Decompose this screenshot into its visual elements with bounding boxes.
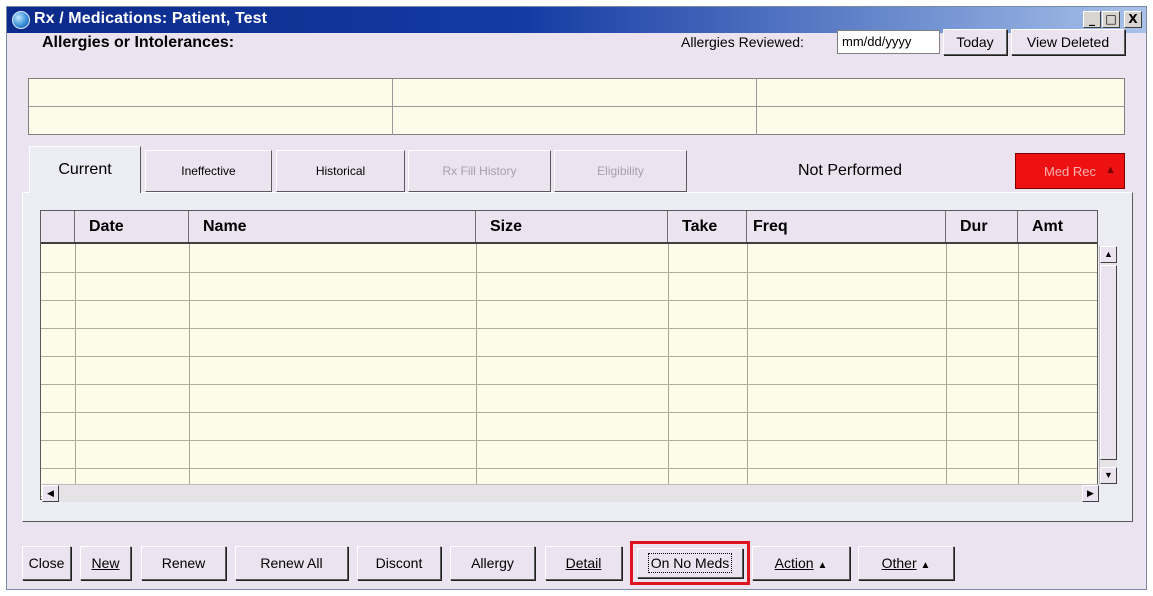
action-dropdown-icon: ▲ xyxy=(817,560,828,571)
allergy-cell[interactable] xyxy=(29,107,393,135)
scroll-down-icon[interactable]: ▼ xyxy=(1100,467,1117,484)
allergy-cell[interactable] xyxy=(393,79,757,107)
on-no-meds-button[interactable]: On No Meds xyxy=(637,548,743,578)
app-icon xyxy=(12,11,30,29)
table-row[interactable] xyxy=(41,272,1097,273)
allergy-cell[interactable] xyxy=(757,79,1124,107)
table-row[interactable] xyxy=(41,440,1097,441)
scroll-up-icon[interactable]: ▲ xyxy=(1100,246,1117,263)
other-button[interactable]: Other ▲ xyxy=(858,546,954,580)
detail-button[interactable]: Detail xyxy=(545,546,622,580)
action-button[interactable]: Action ▲ xyxy=(752,546,850,580)
allergy-cell[interactable] xyxy=(757,107,1124,135)
allergies-reviewed-date-field[interactable]: mm/dd/yyyy xyxy=(837,30,940,54)
table-row[interactable] xyxy=(41,412,1097,413)
med-rec-label: Med Rec xyxy=(1043,163,1097,179)
column-header-date[interactable]: Date xyxy=(75,211,189,242)
other-button-label: Other xyxy=(881,555,917,571)
close-window-button[interactable]: X xyxy=(1124,11,1142,28)
allergy-cell[interactable] xyxy=(393,107,757,135)
med-rec-button[interactable]: Med Rec ▲ xyxy=(1015,153,1125,189)
column-header-dur[interactable]: Dur xyxy=(946,211,1018,242)
new-button[interactable]: New xyxy=(80,546,131,580)
tab-rx-fill-history[interactable]: Rx Fill History xyxy=(408,150,551,192)
renew-button[interactable]: Renew xyxy=(141,546,226,580)
tab-historical[interactable]: Historical xyxy=(276,150,405,192)
action-button-label: Action xyxy=(774,555,814,571)
column-header-size[interactable]: Size xyxy=(476,211,668,242)
dropdown-arrow-icon: ▲ xyxy=(1105,164,1116,176)
table-row[interactable] xyxy=(41,328,1097,329)
column-divider xyxy=(189,244,190,499)
vertical-scrollbar[interactable]: ▲ ▼ xyxy=(1099,246,1117,484)
allergy-button[interactable]: Allergy xyxy=(450,546,535,580)
scroll-left-icon[interactable]: ◀ xyxy=(42,485,59,502)
table-row[interactable] xyxy=(41,300,1097,301)
tab-current[interactable]: Current xyxy=(29,146,141,193)
med-rec-status: Not Performed xyxy=(797,162,903,179)
renew-all-button[interactable]: Renew All xyxy=(235,546,348,580)
table-row[interactable] xyxy=(41,356,1097,357)
column-header-take[interactable]: Take xyxy=(668,211,747,242)
column-header-name[interactable]: Name xyxy=(189,211,476,242)
medications-table[interactable]: Date Name Size Take Freq Dur Amt xyxy=(40,210,1098,500)
scroll-right-icon[interactable]: ▶ xyxy=(1082,485,1099,502)
horizontal-scrollbar[interactable]: ◀ ▶ xyxy=(42,484,1099,502)
discontinue-button[interactable]: Discont xyxy=(357,546,441,580)
on-no-meds-label: On No Meds xyxy=(647,553,733,573)
column-header-freq[interactable]: Freq xyxy=(747,211,946,242)
table-row[interactable] xyxy=(41,468,1097,469)
column-divider xyxy=(476,244,477,499)
minimize-button[interactable]: _ xyxy=(1083,11,1101,28)
other-dropdown-icon: ▲ xyxy=(920,560,931,571)
column-divider xyxy=(668,244,669,499)
table-row[interactable] xyxy=(41,384,1097,385)
table-header: Date Name Size Take Freq Dur Amt xyxy=(41,211,1097,244)
column-header-amt[interactable]: Amt xyxy=(1018,211,1097,242)
column-divider xyxy=(747,244,748,499)
allergies-grid[interactable] xyxy=(28,78,1125,135)
window-title: Rx / Medications: Patient, Test xyxy=(34,10,268,27)
tab-eligibility[interactable]: Eligibility xyxy=(554,150,687,192)
new-button-label: New xyxy=(91,555,120,571)
allergies-reviewed-label: Allergies Reviewed: xyxy=(681,34,804,50)
vertical-scroll-thumb[interactable] xyxy=(1100,265,1117,460)
allergy-cell[interactable] xyxy=(29,79,393,107)
maximize-button[interactable]: □ xyxy=(1102,11,1120,28)
allergy-button-label: Allergy xyxy=(471,555,514,571)
detail-button-label: Detail xyxy=(565,555,602,571)
today-button[interactable]: Today xyxy=(943,29,1007,55)
view-deleted-button[interactable]: View Deleted xyxy=(1011,29,1125,55)
tab-ineffective[interactable]: Ineffective xyxy=(145,150,272,192)
column-divider xyxy=(75,244,76,499)
column-divider xyxy=(946,244,947,499)
allergies-label: Allergies or Intolerances: xyxy=(42,34,235,51)
column-divider xyxy=(1018,244,1019,499)
column-header-selector[interactable] xyxy=(41,211,75,242)
close-button[interactable]: Close xyxy=(22,546,71,580)
